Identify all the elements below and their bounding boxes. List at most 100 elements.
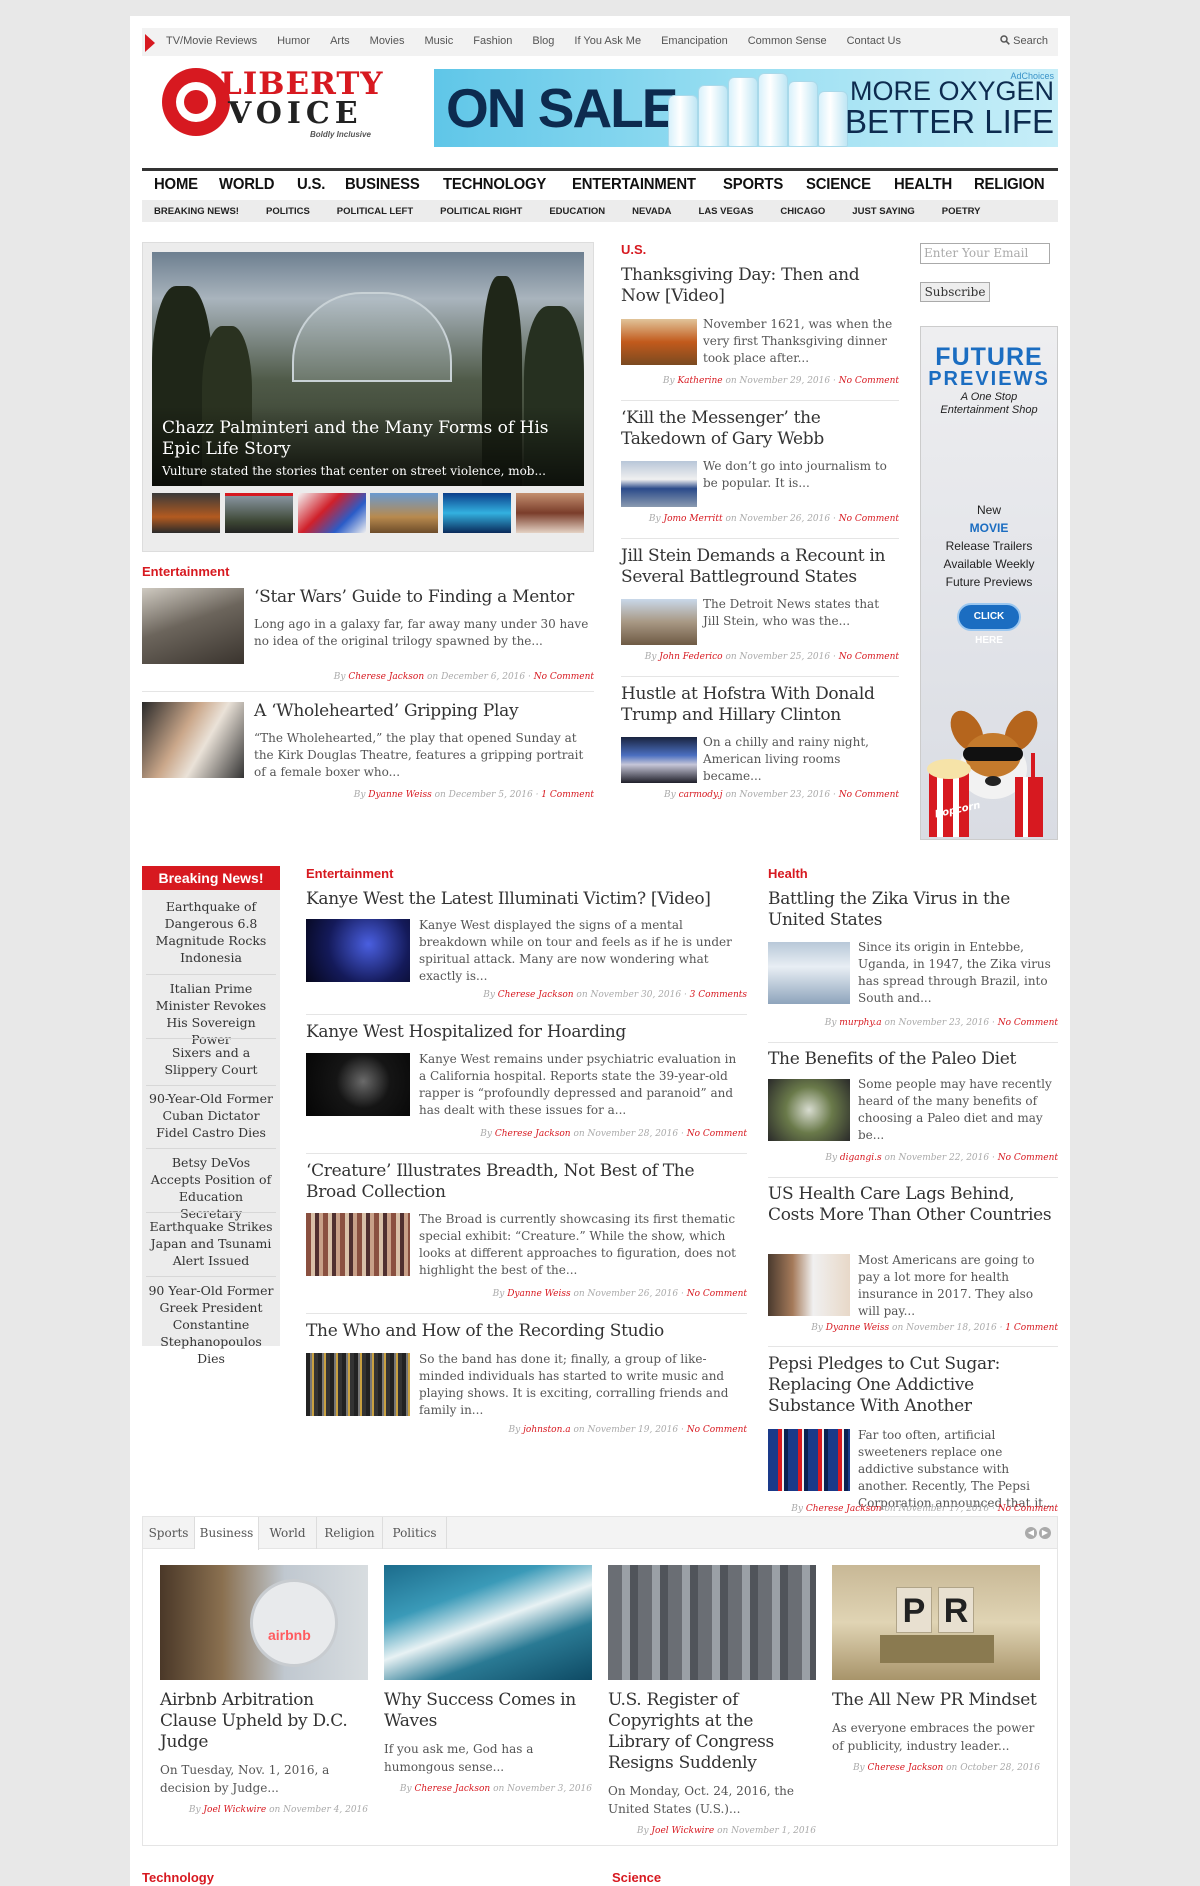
main-nav-us[interactable]: U.S. [297,176,325,194]
article-author[interactable]: Dyanne Weiss [368,790,431,800]
article-title[interactable]: Kanye West the Latest Illuminati Victim?… [306,889,746,910]
sub-nav-item[interactable]: POLITICAL LEFT [337,206,413,217]
tab-sports[interactable]: Sports [143,1517,195,1549]
slider-thumb[interactable] [152,493,220,533]
article-title[interactable]: ‘Creature’ Illustrates Breadth, Not Best… [306,1161,746,1203]
article-author[interactable]: digangi.s [840,1153,882,1163]
article-comments[interactable]: 3 Comments [690,990,747,1000]
card-title[interactable]: Airbnb Arbitration Clause Upheld by D.C.… [160,1690,368,1753]
article-comments[interactable]: No Comment [839,376,899,386]
top-nav-item[interactable]: Blog [532,35,554,47]
prev-arrow-icon[interactable]: ◀ [1025,1527,1037,1539]
article-author[interactable]: Dyanne Weiss [507,1289,570,1299]
article-title[interactable]: US Health Care Lags Behind, Costs More T… [768,1184,1060,1226]
top-nav-item[interactable]: If You Ask Me [574,35,641,47]
slider-thumb[interactable] [370,493,439,533]
top-nav-item[interactable]: Emancipation [661,35,728,47]
article-thumbnail[interactable] [142,588,244,664]
slider-thumb-active[interactable] [224,493,293,533]
article-comments[interactable]: No Comment [839,652,899,662]
breaking-news-item[interactable]: 90 Year-Old Former Greek President Const… [146,1282,276,1367]
section-heading-us[interactable]: U.S. [621,242,646,257]
slider-thumb[interactable] [443,493,512,533]
main-nav-religion[interactable]: RELIGION [974,176,1045,194]
article-comments[interactable]: 1 Comment [541,790,594,800]
article-thumbnail[interactable] [768,942,850,1004]
sub-nav-item[interactable]: NEVADA [632,206,671,217]
section-heading-entertainment[interactable]: Entertainment [142,564,229,579]
top-nav-item[interactable]: Arts [330,35,350,47]
card-title[interactable]: The All New PR Mindset [832,1690,1040,1711]
article-comments[interactable]: No Comment [998,1504,1058,1514]
article-title[interactable]: ‘Star Wars’ Guide to Finding a Mentor [254,587,594,608]
card-image[interactable] [384,1565,592,1680]
search-button[interactable]: Search [1000,35,1048,47]
article-title[interactable]: The Who and How of the Recording Studio [306,1321,746,1342]
article-comments[interactable]: No Comment [534,672,594,682]
card-image[interactable]: P R [832,1565,1040,1680]
article-author[interactable]: murphy.a [839,1018,881,1028]
banner-ad[interactable]: ON SALE MORE OXYGEN BETTER LIFE AdChoice… [434,69,1058,147]
article-author[interactable]: Jomo Merritt [663,514,722,524]
section-heading-entertainment[interactable]: Entertainment [306,866,393,881]
article-title[interactable]: Battling the Zika Virus in the United St… [768,889,1060,931]
sub-nav-item[interactable]: BREAKING NEWS! [154,206,239,217]
article-comments[interactable]: No Comment [998,1153,1058,1163]
card-title[interactable]: Why Success Comes in Waves [384,1690,592,1732]
article-author[interactable]: John Federico [659,652,722,662]
article-author[interactable]: Dyanne Weiss [826,1323,889,1333]
article-thumbnail[interactable] [621,319,697,365]
article-author[interactable]: Cherese Jackson [498,990,574,1000]
breaking-news-item[interactable]: Earthquake Strikes Japan and Tsunami Ale… [146,1218,276,1269]
sidebar-ad[interactable]: FUTURE PREVIEWS A One Stop Entertainment… [920,326,1058,840]
article-author[interactable]: Cherese Jackson [495,1129,571,1139]
card-author[interactable]: Joel Wickwire [203,1805,266,1815]
ad-click-here-button[interactable]: CLICK HERE [957,603,1021,646]
adchoices-link[interactable]: AdChoices [1010,71,1054,81]
tab-card[interactable]: airbnb Airbnb Arbitration Clause Upheld … [160,1565,368,1815]
sub-nav-item[interactable]: POLITICS [266,206,310,217]
article-title[interactable]: Jill Stein Demands a Recount in Several … [621,546,901,588]
article-title[interactable]: The Benefits of the Paleo Diet [768,1049,1060,1070]
top-nav-item[interactable]: Humor [277,35,310,47]
email-input[interactable]: Enter Your Email [920,243,1050,264]
article-author[interactable]: johnston.a [523,1425,570,1435]
article-thumbnail[interactable] [768,1429,850,1491]
main-nav-world[interactable]: WORLD [219,176,274,194]
article-title[interactable]: Kanye West Hospitalized for Hoarding [306,1022,746,1043]
breaking-news-item[interactable]: 90-Year-Old Former Cuban Dictator Fidel … [146,1090,276,1141]
breaking-news-item[interactable]: Sixers and a Slippery Court [146,1044,276,1078]
tab-card[interactable]: U.S. Register of Copyrights at the Libra… [608,1565,816,1836]
main-nav-home[interactable]: HOME [154,176,198,194]
card-image[interactable] [608,1565,816,1680]
section-heading-technology[interactable]: Technology [142,1870,214,1885]
main-nav-technology[interactable]: TECHNOLOGY [443,176,546,194]
article-thumbnail[interactable] [621,461,697,507]
slider-title[interactable]: Chazz Palminteri and the Many Forms of H… [162,418,574,460]
breaking-news-item[interactable]: Earthquake of Dangerous 6.8 Magnitude Ro… [146,898,276,966]
top-nav-item[interactable]: Fashion [473,35,512,47]
article-title[interactable]: ‘Kill the Messenger’ the Takedown of Gar… [621,408,901,450]
next-arrow-icon[interactable]: ▶ [1039,1527,1051,1539]
slider-thumb[interactable] [297,493,366,533]
article-title[interactable]: Thanksgiving Day: Then and Now [Video] [621,265,901,307]
card-author[interactable]: Cherese Jackson [868,1763,944,1773]
tab-religion[interactable]: Religion [317,1517,383,1549]
sub-nav-item[interactable]: JUST SAYING [852,206,914,217]
article-title[interactable]: A ‘Wholehearted’ Gripping Play [254,701,594,722]
tab-business[interactable]: Business [195,1517,259,1550]
top-nav-item[interactable]: Contact Us [847,35,901,47]
site-logo[interactable]: LIBERTY VOICE Boldly Inclusive [162,62,392,142]
slider-thumb[interactable] [515,493,584,533]
slider-caption[interactable]: Chazz Palminteri and the Many Forms of H… [152,406,584,486]
breaking-news-heading[interactable]: Breaking News! [142,866,280,890]
article-title[interactable]: Pepsi Pledges to Cut Sugar: Replacing On… [768,1354,1060,1417]
article-comments[interactable]: No Comment [839,790,899,800]
top-nav-item[interactable]: Music [425,35,454,47]
article-thumbnail[interactable] [768,1079,850,1141]
article-thumbnail[interactable] [306,919,410,982]
top-nav-item[interactable]: TV/Movie Reviews [166,35,257,47]
article-comments[interactable]: No Comment [687,1129,747,1139]
article-comments[interactable]: No Comment [687,1289,747,1299]
top-nav-item[interactable]: Movies [370,35,405,47]
